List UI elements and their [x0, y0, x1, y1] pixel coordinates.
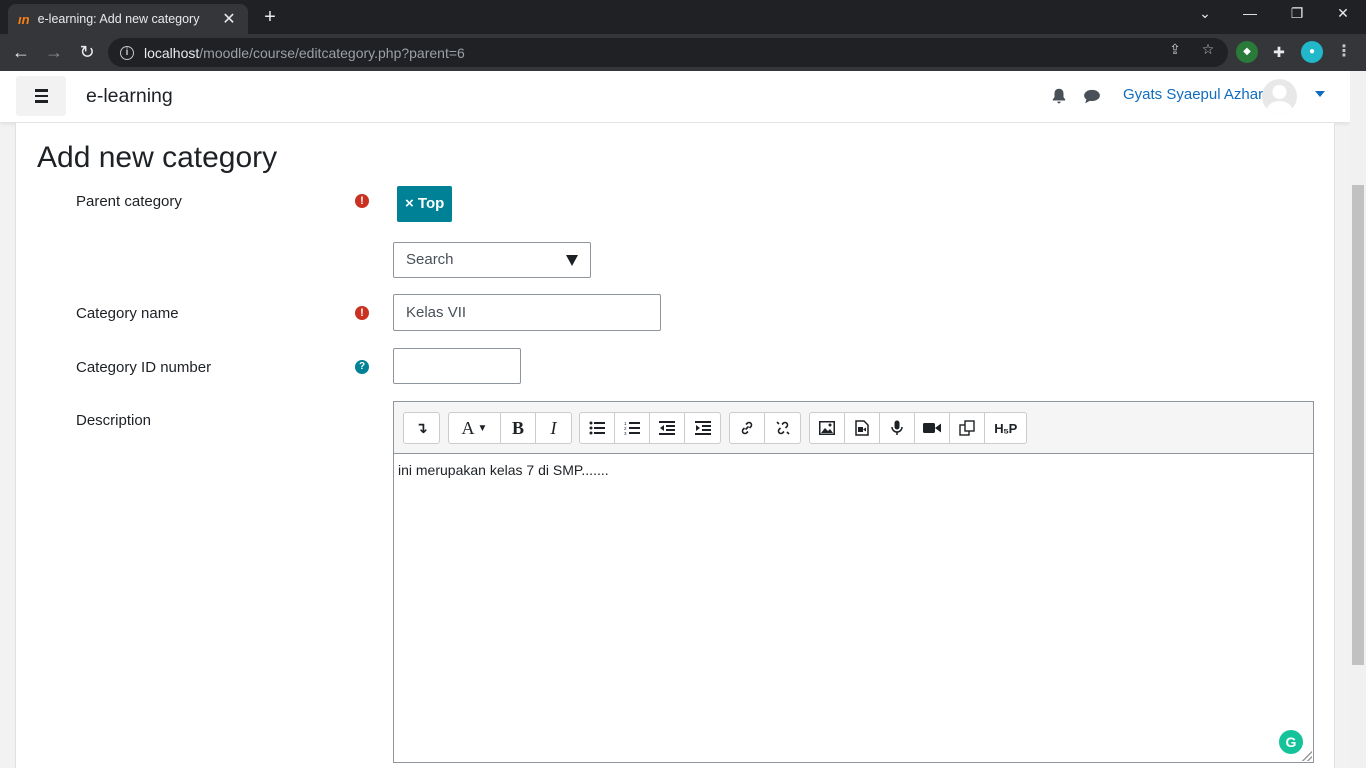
manage-files-icon[interactable] — [950, 413, 985, 443]
user-menu-caret-icon[interactable] — [1315, 91, 1325, 97]
bookmark-star-icon[interactable]: ☆ — [1199, 41, 1217, 58]
paragraph-style-icon[interactable]: A ▼ — [449, 413, 501, 443]
show-more-buttons-icon[interactable]: ↴ — [404, 413, 439, 443]
editor-toolbar: ↴ A ▼ B I 123 H₅P — [394, 402, 1313, 454]
toolbar-group-collapse: ↴ — [403, 412, 440, 444]
address-bar[interactable]: i localhost/moodle/course/editcategory.p… — [108, 38, 1228, 67]
category-name-label: Category name — [76, 305, 179, 322]
parent-category-search[interactable]: Search — [393, 242, 591, 278]
parent-category-selected-tag[interactable]: × Top — [397, 186, 453, 222]
bold-icon[interactable]: B — [501, 413, 536, 443]
messages-chat-icon[interactable] — [1083, 87, 1101, 105]
browser-tab-bar: ın e-learning: Add new category ✕ + ⌄ — … — [0, 0, 1366, 34]
site-info-icon[interactable]: i — [120, 45, 134, 60]
description-label: Description — [76, 412, 152, 429]
dropdown-arrow-icon[interactable] — [566, 255, 578, 266]
description-editor-content[interactable]: ini merupakan kelas 7 di SMP....... — [398, 462, 609, 478]
drawer-toggle-button[interactable] — [16, 76, 66, 116]
search-placeholder: Search — [406, 251, 454, 268]
toolbar-group-lists: 123 — [579, 412, 721, 444]
page: e-learning Gyats Syaepul Azhar Add new c… — [0, 71, 1350, 768]
ordered-list-icon[interactable]: 123 — [615, 413, 650, 443]
reload-icon[interactable]: ↻ — [76, 42, 98, 62]
tab-title: e-learning: Add new category — [37, 12, 200, 26]
window-close-icon[interactable]: ✕ — [1333, 5, 1353, 22]
browser-menu-icon[interactable]: ⋮ — [1335, 41, 1353, 61]
extension-icon[interactable]: ◆ — [1236, 41, 1258, 63]
tab-close-icon[interactable]: ✕ — [220, 9, 238, 29]
page-scrollbar[interactable] — [1350, 71, 1366, 768]
restore-icon[interactable]: ❐ — [1287, 5, 1307, 22]
scrollbar-thumb[interactable] — [1352, 185, 1364, 665]
unlink-icon[interactable] — [765, 413, 800, 443]
italic-icon[interactable]: I — [536, 413, 571, 443]
h5p-icon[interactable]: H₅P — [985, 413, 1026, 443]
help-icon[interactable]: ? — [355, 360, 369, 374]
toolbar-group-format: A ▼ B I — [448, 412, 572, 444]
record-audio-icon[interactable] — [880, 413, 915, 443]
required-icon[interactable]: ! — [355, 194, 369, 208]
back-icon[interactable]: ← — [10, 42, 32, 62]
link-icon[interactable] — [730, 413, 765, 443]
category-id-input[interactable] — [393, 348, 521, 384]
main-content: Add new category Parent category ! × Top… — [15, 123, 1335, 768]
indent-icon[interactable] — [685, 413, 720, 443]
toolbar-group-media: H₅P — [809, 412, 1027, 444]
resize-handle-icon[interactable] — [1302, 751, 1312, 761]
category-id-label: Category ID number — [76, 359, 212, 376]
url-path: /moodle/course/editcategory.php?parent=6 — [199, 44, 465, 61]
extensions-puzzle-icon[interactable]: ✚ — [1268, 41, 1290, 63]
new-tab-icon[interactable]: + — [260, 6, 280, 29]
user-avatar[interactable] — [1262, 79, 1297, 114]
moodle-navbar: e-learning Gyats Syaepul Azhar — [0, 71, 1350, 122]
insert-media-icon[interactable] — [845, 413, 880, 443]
page-title: Add new category — [37, 141, 278, 174]
url-text[interactable]: localhost/moodle/course/editcategory.php… — [144, 45, 465, 61]
moodle-favicon-icon: ın — [18, 11, 30, 27]
grammarly-icon[interactable]: G — [1279, 730, 1303, 754]
outdent-icon[interactable] — [650, 413, 685, 443]
profile-avatar-icon[interactable]: ● — [1301, 41, 1323, 63]
toolbar-group-links — [729, 412, 801, 444]
user-name[interactable]: Gyats Syaepul Azhar — [1123, 86, 1263, 103]
record-video-icon[interactable] — [915, 413, 950, 443]
forward-icon[interactable]: → — [43, 42, 65, 62]
minimize-icon[interactable]: — — [1240, 5, 1260, 21]
url-host: localhost — [144, 44, 200, 61]
share-icon[interactable]: ⇪ — [1166, 41, 1184, 58]
svg-text:3: 3 — [624, 431, 627, 435]
insert-image-icon[interactable] — [810, 413, 845, 443]
category-name-input[interactable]: Kelas VII — [393, 294, 661, 331]
required-icon[interactable]: ! — [355, 306, 369, 320]
notifications-bell-icon[interactable] — [1050, 87, 1068, 105]
tab-search-chevron-icon[interactable]: ⌄ — [1195, 5, 1215, 22]
browser-tab[interactable]: ın e-learning: Add new category ✕ — [8, 4, 248, 34]
site-brand[interactable]: e-learning — [86, 85, 173, 108]
browser-toolbar: ← → ↻ i localhost/moodle/course/editcate… — [0, 34, 1366, 71]
parent-category-label: Parent category — [76, 193, 182, 210]
unordered-list-icon[interactable] — [580, 413, 615, 443]
description-editor: ↴ A ▼ B I 123 H₅P ini merupakan kelas 7 … — [393, 401, 1314, 763]
